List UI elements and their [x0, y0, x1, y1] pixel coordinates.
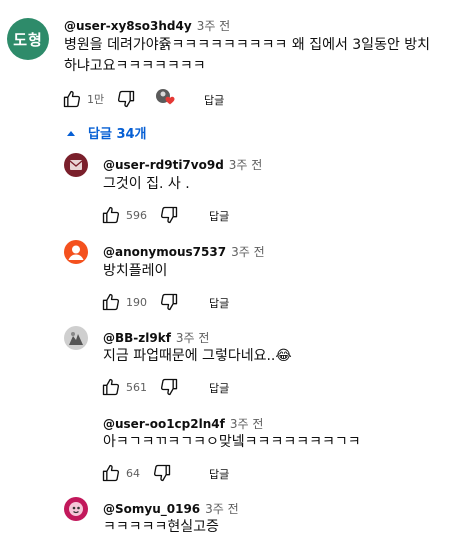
- reply-time[interactable]: 3주 전: [231, 245, 265, 259]
- comment-actions: 1만: [62, 88, 136, 110]
- reply-time[interactable]: 3주 전: [205, 502, 239, 516]
- dislike-icon[interactable]: [159, 205, 179, 225]
- reply-actions: 596: [101, 204, 179, 226]
- reply-header: @Somyu_0196 3주 전: [103, 498, 239, 517]
- reply-time[interactable]: 3주 전: [230, 417, 264, 431]
- dislike-icon[interactable]: [116, 89, 136, 109]
- avatar[interactable]: [64, 497, 88, 521]
- reply-author[interactable]: @Somyu_0196: [103, 502, 200, 516]
- reply-time[interactable]: 3주 전: [229, 158, 263, 172]
- reply-author[interactable]: @user-rd9ti7vo9d: [103, 158, 224, 172]
- comment-text-line: 병원을 데려가야쥵ㅋㅋㅋㅋㅋㅋㅋㅋㅋ 왜 집에서 3일동안 방치: [64, 37, 431, 53]
- reply-text: 그것이 집. 사 .: [103, 176, 190, 192]
- reply-actions: 190: [101, 291, 179, 313]
- avatar[interactable]: 도형: [7, 18, 49, 60]
- comment-text: 병원을 데려가야쥵ㅋㅋㅋㅋㅋㅋㅋㅋㅋ 왜 집에서 3일동안 방치 하냐고요ㅋㅋㅋ…: [64, 35, 456, 77]
- replies-toggle-button[interactable]: 답글 34개: [66, 123, 147, 142]
- reply-header: @BB-zl9kf 3주 전: [103, 327, 209, 346]
- reply-text: 아ㅋㄱㅋㄲㅋㄱㅋㅇ맞넼ㅋㅋㅋㅋㅋㅋㅋㄱㅋ: [103, 434, 361, 450]
- reply-author[interactable]: @user-oo1cp2ln4f: [103, 417, 225, 431]
- replies-toggle-label: 답글 34개: [88, 127, 147, 142]
- like-count: 1만: [87, 93, 105, 106]
- avatar[interactable]: [64, 240, 88, 264]
- reply-button[interactable]: 답글: [209, 295, 229, 311]
- reply-actions: 64: [101, 462, 172, 484]
- avatar[interactable]: [64, 326, 88, 350]
- reply-button[interactable]: 답글: [209, 208, 229, 224]
- like-icon[interactable]: [101, 463, 121, 483]
- like-icon[interactable]: [101, 205, 121, 225]
- creator-heart-icon: [156, 89, 175, 105]
- dislike-icon[interactable]: [152, 463, 172, 483]
- reply-text: 지금 파업때문에 그렇다네요..😂: [103, 348, 292, 364]
- comment-time[interactable]: 3주 전: [197, 19, 231, 33]
- comment-author[interactable]: @user-xy8so3hd4y: [64, 19, 192, 33]
- reply-time[interactable]: 3주 전: [176, 331, 210, 345]
- avatar[interactable]: [64, 153, 88, 177]
- dislike-icon[interactable]: [159, 292, 179, 312]
- reply-button[interactable]: 답글: [209, 466, 229, 482]
- like-count: 64: [126, 466, 140, 480]
- like-icon[interactable]: [101, 292, 121, 312]
- like-count: 596: [126, 208, 147, 222]
- chevron-up-icon: [67, 130, 75, 136]
- reply-button[interactable]: 답글: [209, 380, 229, 396]
- reply-header: @user-rd9ti7vo9d 3주 전: [103, 154, 262, 173]
- dislike-icon[interactable]: [159, 377, 179, 397]
- like-count: 190: [126, 295, 147, 309]
- reply-header: @anonymous7537 3주 전: [103, 241, 265, 260]
- reply-button[interactable]: 답글: [204, 92, 224, 108]
- comment-header: @user-xy8so3hd4y 3주 전: [64, 15, 230, 34]
- like-icon[interactable]: [62, 89, 82, 109]
- avatar[interactable]: [64, 412, 88, 436]
- reply-header: @user-oo1cp2ln4f 3주 전: [103, 413, 263, 432]
- reply-text: ㅋㅋㅋㅋㅋ현실고증: [103, 519, 219, 535]
- reply-text: 방치플레이: [103, 263, 168, 279]
- comment-text-line: 하냐고요ㅋㅋㅋㅋㅋㅋㅋ: [64, 58, 206, 74]
- reply-author[interactable]: @BB-zl9kf: [103, 331, 171, 345]
- like-icon[interactable]: [101, 377, 121, 397]
- reply-actions: 561: [101, 376, 179, 398]
- reply-author[interactable]: @anonymous7537: [103, 245, 226, 259]
- like-count: 561: [126, 380, 147, 394]
